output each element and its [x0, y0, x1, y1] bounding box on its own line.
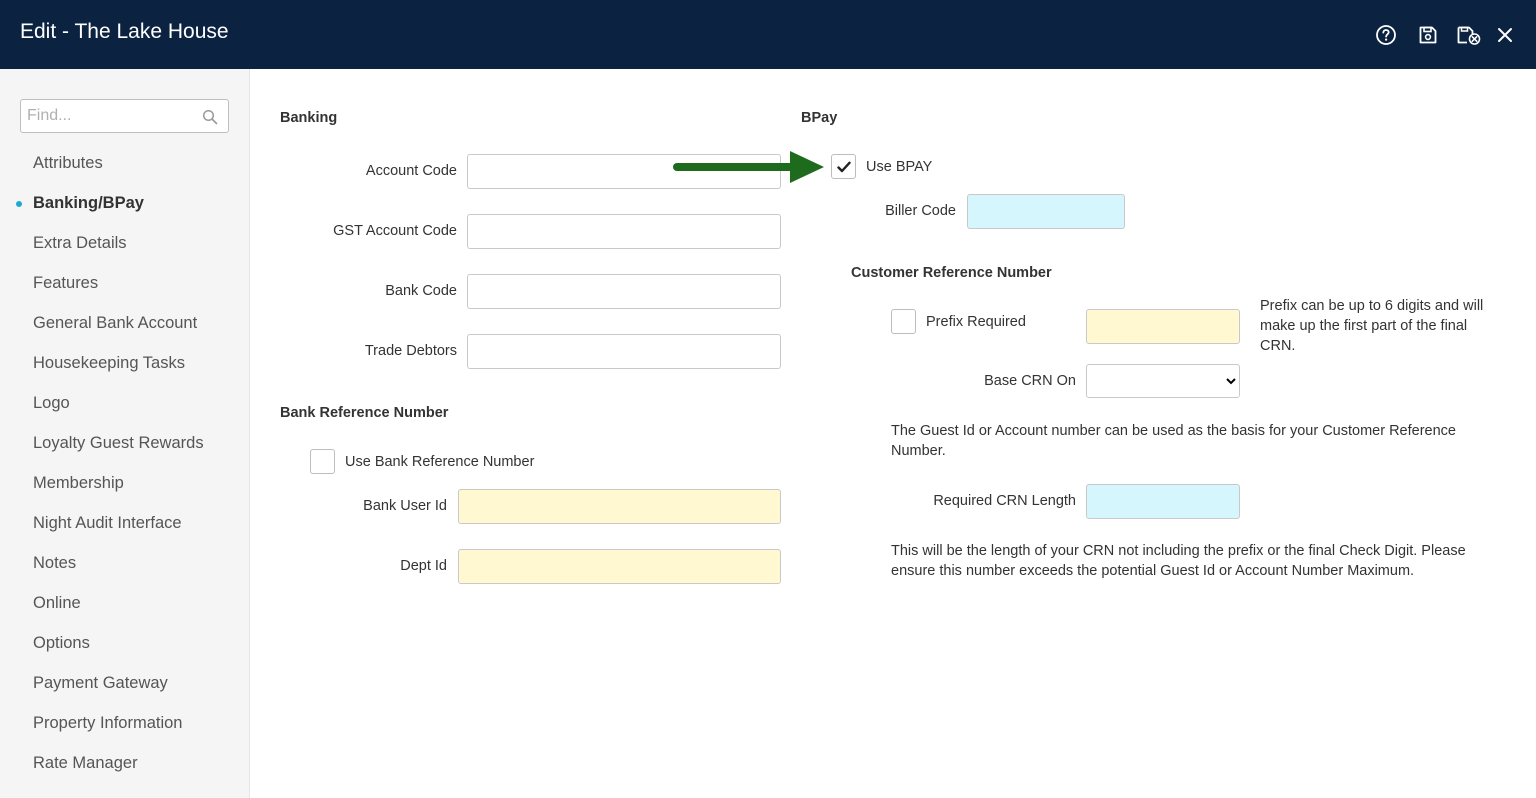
checkmark-icon [836, 161, 851, 172]
prefix-help-text: Prefix can be up to 6 digits and will ma… [1260, 298, 1484, 354]
dept-id-input[interactable] [458, 549, 781, 584]
trade-debtors-input[interactable] [467, 334, 781, 369]
save-close-icon [1457, 26, 1481, 45]
help-button[interactable] [1373, 22, 1399, 48]
title-bar: Edit - The Lake House [0, 0, 1536, 69]
sidebar-item-payment-gateway[interactable]: Payment Gateway [33, 674, 168, 693]
sidebar-item-notes[interactable]: Notes [33, 554, 76, 573]
save-icon [1419, 26, 1437, 44]
basis-help-text: The Guest Id or Account number can be us… [891, 423, 1456, 459]
banking-section-title: Banking [280, 110, 338, 126]
close-icon [1498, 28, 1512, 42]
sidebar-item-options[interactable]: Options [33, 634, 90, 653]
sidebar-item-online[interactable]: Online [33, 594, 81, 613]
bank-code-input[interactable] [467, 274, 781, 309]
close-button[interactable] [1492, 22, 1518, 48]
use-bank-reference-label: Use Bank Reference Number [345, 454, 535, 470]
sidebar-item-membership[interactable]: Membership [33, 474, 124, 493]
dept-id-label: Dept Id [400, 558, 447, 574]
sidebar-item-loyalty-guest-rewards[interactable]: Loyalty Guest Rewards [33, 434, 204, 453]
save-and-close-button[interactable] [1456, 22, 1482, 48]
crn-section-title: Customer Reference Number [851, 265, 1052, 281]
base-crn-on-select[interactable] [1086, 364, 1240, 398]
sidebar-item-property-information[interactable]: Property Information [33, 714, 182, 733]
prefix-required-label: Prefix Required [926, 314, 1026, 330]
bank-reference-section-title: Bank Reference Number [280, 405, 449, 421]
search-icon[interactable] [202, 109, 218, 125]
sidebar-item-general-bank-account[interactable]: General Bank Account [33, 314, 197, 333]
length-help-text: This will be the length of your CRN not … [891, 543, 1466, 579]
active-indicator-dot [16, 201, 22, 207]
highlight-arrow-icon [673, 151, 824, 183]
gst-account-code-label: GST Account Code [333, 223, 457, 239]
trade-debtors-label: Trade Debtors [364, 343, 457, 359]
sidebar-item-banking-bpay[interactable]: Banking/BPay [33, 194, 144, 213]
use-bpay-label: Use BPAY [866, 159, 933, 175]
sidebar-item-extra-details[interactable]: Extra Details [33, 234, 127, 253]
sidebar-item-rate-manager[interactable]: Rate Manager [33, 754, 138, 773]
help-icon [1376, 25, 1396, 45]
use-bpay-checkbox[interactable] [831, 154, 856, 179]
sidebar-item-night-audit-interface[interactable]: Night Audit Interface [33, 514, 182, 533]
required-crn-length-label: Required CRN Length [933, 493, 1076, 509]
sidebar-item-housekeeping-tasks[interactable]: Housekeeping Tasks [33, 354, 185, 373]
bank-user-id-input[interactable] [458, 489, 781, 524]
gst-account-code-input[interactable] [467, 214, 781, 249]
save-button[interactable] [1415, 22, 1441, 48]
account-code-label: Account Code [365, 163, 457, 179]
sidebar-item-features[interactable]: Features [33, 274, 98, 293]
use-bank-reference-checkbox[interactable] [310, 449, 335, 474]
prefix-input[interactable] [1086, 309, 1240, 344]
sidebar-item-attributes[interactable]: Attributes [33, 154, 103, 173]
main-content: Banking Account Code GST Account Code Ba… [250, 69, 1536, 798]
bpay-section-title: BPay [801, 110, 838, 126]
window-title: Edit - The Lake House [20, 20, 229, 43]
prefix-required-checkbox[interactable] [891, 309, 916, 334]
bank-code-label: Bank Code [385, 283, 457, 299]
find-box [20, 99, 229, 133]
bank-user-id-label: Bank User Id [363, 498, 447, 514]
sidebar-item-logo[interactable]: Logo [33, 394, 70, 413]
biller-code-label: Biller Code [885, 203, 956, 219]
sidebar: Attributes Banking/BPay Extra Details Fe… [0, 69, 250, 798]
biller-code-input[interactable] [967, 194, 1125, 229]
required-crn-length-input[interactable] [1086, 484, 1240, 519]
base-crn-on-label: Base CRN On [984, 373, 1076, 389]
find-input[interactable] [21, 100, 201, 132]
